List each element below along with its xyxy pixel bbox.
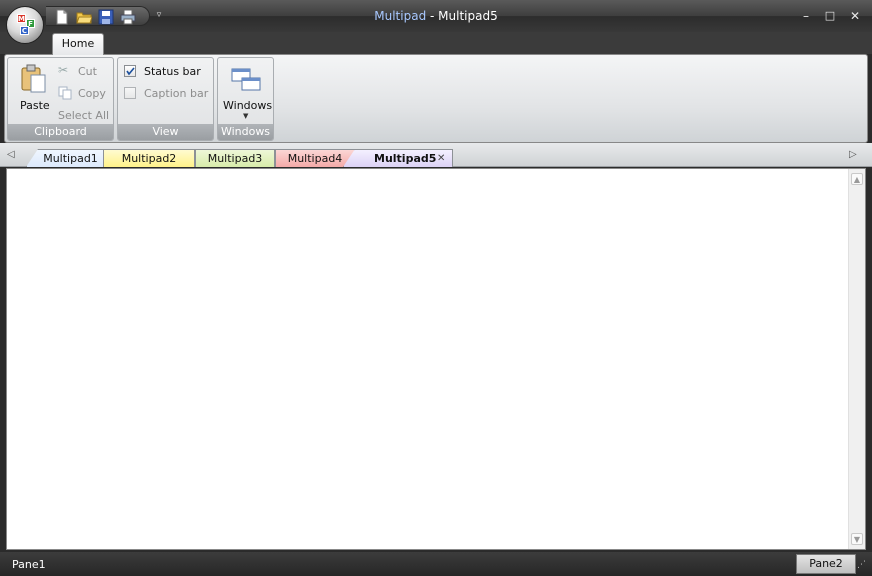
- group-windows: Windows ▼ Windows: [217, 57, 274, 141]
- doc-tab-multipad1[interactable]: Multipad1: [26, 149, 115, 167]
- checkbox-empty-icon: [124, 87, 136, 99]
- group-view: Status bar Caption bar View: [117, 57, 214, 141]
- caption-bar-checkbox[interactable]: Caption bar: [124, 86, 212, 102]
- document-editor[interactable]: ▲ ▼: [6, 168, 866, 550]
- scroll-down-icon[interactable]: ▼: [851, 533, 863, 545]
- paste-label: Paste: [20, 99, 50, 112]
- title-doc-name: Multipad5: [438, 9, 498, 23]
- ribbon-tab-strip: [0, 32, 872, 54]
- status-bar-label: Status bar: [144, 65, 201, 78]
- status-pane2: Pane2: [796, 554, 856, 574]
- maximize-button[interactable]: □: [820, 8, 840, 24]
- paste-icon: [20, 64, 48, 97]
- status-bar-checkbox[interactable]: Status bar: [124, 64, 210, 80]
- main-window: ▿ Multipad - Multipad5 – □ ✕ M F C Home …: [0, 0, 872, 576]
- doc-tab-multipad2[interactable]: Multipad2: [103, 149, 195, 167]
- tab-home[interactable]: Home: [52, 33, 104, 55]
- group-label-windows: Windows: [218, 124, 273, 140]
- orb-letter-c: C: [20, 26, 29, 35]
- scroll-tabs-left-icon[interactable]: ◁: [7, 149, 15, 160]
- windows-icon: [231, 67, 261, 96]
- application-button[interactable]: M F C: [6, 6, 44, 44]
- window-title: Multipad - Multipad5: [0, 9, 872, 23]
- cut-label: Cut: [78, 65, 97, 78]
- group-clipboard: Paste ✂ Cut Copy Select All Clipboard: [7, 57, 114, 141]
- doc-tab-label: Multipad3: [207, 152, 263, 165]
- doc-tab-multipad4[interactable]: Multipad4: [275, 149, 355, 167]
- copy-button[interactable]: Copy: [58, 86, 110, 102]
- ribbon-panel: Paste ✂ Cut Copy Select All Clipboard St…: [4, 54, 868, 143]
- document-tab-bar: ◁ ▷ Multipad1 Multipad2 Multipad3 Multip…: [0, 143, 872, 167]
- doc-tab-multipad3[interactable]: Multipad3: [195, 149, 275, 167]
- status-pane1: Pane1: [12, 558, 46, 571]
- select-all-button[interactable]: Select All: [58, 108, 113, 124]
- status-bar: Pane1 Pane2 ⋰: [0, 552, 872, 576]
- title-app-name: Multipad: [374, 9, 427, 23]
- close-button[interactable]: ✕: [845, 8, 865, 24]
- windows-button[interactable]: Windows ▼: [220, 61, 272, 123]
- select-all-label: Select All: [58, 109, 110, 122]
- group-label-clipboard: Clipboard: [8, 124, 113, 140]
- title-bar[interactable]: ▿ Multipad - Multipad5 – □ ✕: [0, 0, 872, 32]
- doc-tab-label: Multipad5: [374, 152, 437, 165]
- vertical-scrollbar[interactable]: ▲ ▼: [848, 169, 865, 549]
- group-label-view: View: [118, 124, 213, 140]
- doc-tab-label: Multipad4: [287, 152, 343, 165]
- caption-bar-label: Caption bar: [144, 87, 209, 100]
- title-separator: -: [426, 9, 439, 23]
- windows-label: Windows: [223, 99, 273, 112]
- resize-grip-icon[interactable]: ⋰: [857, 561, 869, 574]
- close-tab-icon[interactable]: ✕: [437, 150, 445, 167]
- doc-tab-label: Multipad2: [121, 152, 177, 165]
- orb-letter-m: M: [17, 14, 26, 23]
- minimize-button[interactable]: –: [796, 8, 816, 24]
- paste-button[interactable]: Paste: [12, 61, 54, 117]
- cut-button[interactable]: ✂ Cut: [58, 63, 110, 80]
- copy-label: Copy: [78, 87, 106, 100]
- doc-tab-multipad5[interactable]: Multipad5 ✕: [343, 149, 453, 167]
- scissors-icon: ✂: [58, 63, 69, 77]
- scroll-tabs-right-icon[interactable]: ▷: [849, 149, 857, 160]
- scroll-up-icon[interactable]: ▲: [851, 173, 863, 185]
- copy-icon: [58, 86, 72, 103]
- dropdown-arrow-icon: ▼: [243, 112, 249, 120]
- doc-tab-label: Multipad1: [43, 152, 98, 165]
- checkbox-checked-icon: [124, 65, 136, 77]
